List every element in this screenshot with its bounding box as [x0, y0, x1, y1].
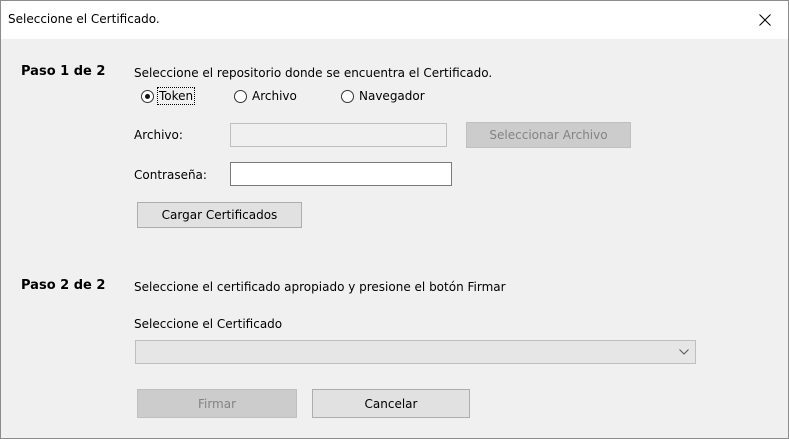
password-field[interactable]	[230, 162, 452, 186]
chevron-down-icon	[679, 349, 689, 355]
radio-archivo-label: Archivo	[252, 89, 297, 103]
password-label: Contraseña:	[134, 168, 207, 182]
select-file-button[interactable]: Seleccionar Archivo	[466, 122, 631, 148]
close-button[interactable]	[742, 1, 788, 39]
load-certificates-button[interactable]: Cargar Certificados	[137, 202, 302, 228]
step2-title: Paso 2 de 2	[21, 278, 106, 293]
radio-navegador-indicator	[341, 89, 354, 103]
radio-archivo[interactable]: Archivo	[234, 89, 297, 103]
certificate-select[interactable]	[135, 340, 696, 364]
radio-navegador-label: Navegador	[359, 89, 425, 103]
radio-token-label: Token	[156, 87, 196, 105]
sign-button[interactable]: Firmar	[137, 389, 297, 418]
step1-description: Seleccione el repositorio donde se encue…	[134, 66, 493, 80]
close-icon	[759, 14, 771, 26]
title-bar[interactable]: Seleccione el Certificado.	[1, 1, 788, 39]
certificate-label: Seleccione el Certificado	[134, 317, 283, 331]
window-title: Seleccione el Certificado.	[8, 12, 160, 26]
step2-description: Seleccione el certificado apropiado y pr…	[134, 280, 506, 294]
radio-token-indicator	[141, 89, 154, 103]
radio-token[interactable]: Token	[141, 87, 196, 105]
file-path-field[interactable]	[230, 123, 447, 147]
certificate-dialog: Seleccione el Certificado. Paso 1 de 2 S…	[0, 0, 789, 439]
file-label: Archivo:	[134, 128, 183, 142]
radio-navegador[interactable]: Navegador	[341, 89, 425, 103]
step1-title: Paso 1 de 2	[21, 64, 106, 79]
radio-archivo-indicator	[234, 89, 247, 103]
cancel-button[interactable]: Cancelar	[312, 389, 470, 418]
